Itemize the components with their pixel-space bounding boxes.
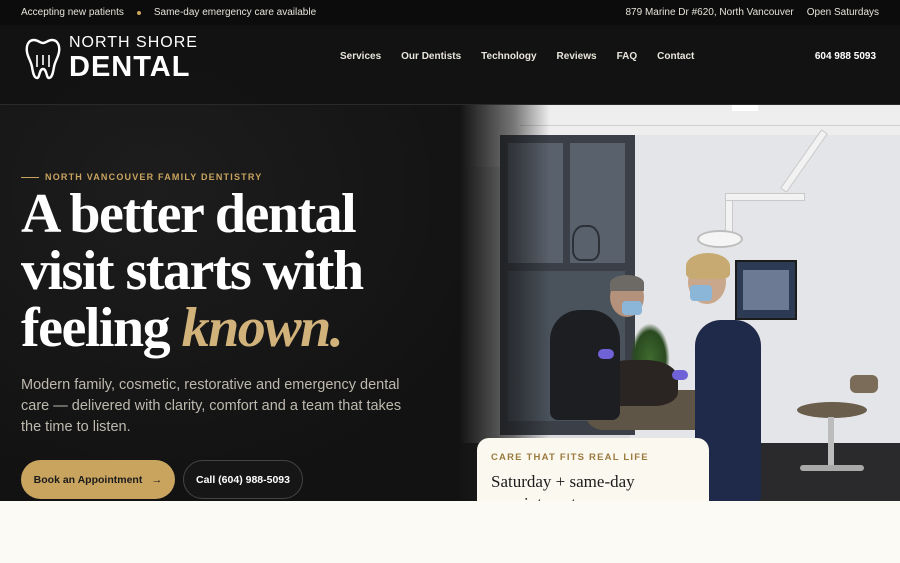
separator-dot <box>136 10 141 15</box>
call-button-label: Call (604) 988-5093 <box>196 473 290 486</box>
headline-accent: known. <box>181 297 344 359</box>
arrow-right-icon: → <box>151 473 163 486</box>
dental-lamp <box>697 230 743 248</box>
xray-monitor <box>735 260 797 320</box>
address-text[interactable]: 879 Marine Dr #620, North Vancouver <box>625 7 793 18</box>
eyebrow-rule <box>21 176 39 178</box>
tooth-logo-icon <box>25 38 61 79</box>
hero-subtext: Modern family, cosmetic, restorative and… <box>21 377 402 435</box>
top-info-bar: Accepting new patients Same-day emergenc… <box>0 0 900 25</box>
care-card-kicker: CARE THAT FITS REAL LIFE <box>491 452 649 463</box>
book-appointment-button[interactable]: Book an Appointment → <box>21 460 175 499</box>
nav-reviews[interactable]: Reviews <box>557 51 597 62</box>
nav-technology[interactable]: Technology <box>481 51 536 62</box>
nav-services[interactable]: Services <box>340 51 381 62</box>
hero-eyebrow: NORTH VANCOUVER FAMILY DENTISTRY <box>21 172 262 182</box>
eyebrow-text: NORTH VANCOUVER FAMILY DENTISTRY <box>45 172 263 182</box>
window-logo-decal <box>572 225 600 261</box>
book-appointment-label: Book an Appointment <box>33 473 143 486</box>
site-header: NORTH SHORE DENTAL Services Our Dentists… <box>0 25 900 105</box>
header-phone-link[interactable]: 604 988 5093 <box>815 51 876 62</box>
headline-line-1: A better dental <box>21 183 357 245</box>
hours-text: Open Saturdays <box>806 7 879 18</box>
logo-line-1: NORTH SHORE <box>69 34 198 51</box>
headline-line-2: visit starts with <box>21 240 364 302</box>
headline-line-3: feeling <box>21 297 182 359</box>
hero-headline: A better dental visit starts with feelin… <box>21 186 461 357</box>
nav-our-dentists[interactable]: Our Dentists <box>401 51 461 62</box>
logo-line-2: DENTAL <box>69 51 191 83</box>
site-logo[interactable]: NORTH SHORE DENTAL <box>25 35 198 82</box>
care-card-title: Saturday + same-day <box>491 472 635 491</box>
below-hero-section <box>0 501 900 563</box>
emergency-notice: Same-day emergency care available <box>153 7 317 18</box>
nav-contact[interactable]: Contact <box>657 51 694 62</box>
call-button[interactable]: Call (604) 988-5093 <box>183 460 303 499</box>
nav-faq[interactable]: FAQ <box>617 51 638 62</box>
main-nav: Services Our Dentists Technology Reviews… <box>340 51 714 62</box>
new-patients-notice: Accepting new patients <box>21 7 124 18</box>
